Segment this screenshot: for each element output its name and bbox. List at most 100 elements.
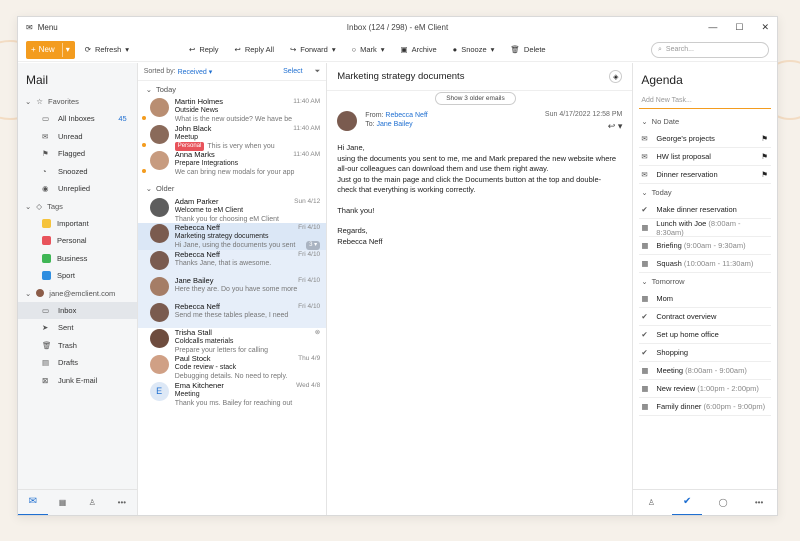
message-row[interactable]: E Ema Kitchener Wed 4/8 Meeting Thank you ms… (138, 381, 327, 408)
maximize-icon[interactable]: ☐ (735, 22, 743, 33)
tag-item-sport[interactable]: Sport (18, 267, 137, 285)
menu-button[interactable]: ✉ Menu (26, 23, 58, 32)
message-row[interactable]: Anna Marks 11:40 AM Prepare Integrations We… (138, 150, 327, 177)
agenda-item[interactable]: ▦ Meeting (8:00am - 9:00am) (639, 362, 771, 380)
agenda-item[interactable]: ▦ Family dinner (6:00pm - 9:00pm) (639, 398, 771, 416)
favorites-section[interactable]: ⌄ ☆ Favorites (18, 93, 137, 110)
chevron-down-icon: ⌄ (25, 288, 32, 298)
filter-icon[interactable]: ⏷ (315, 68, 321, 76)
mail-module-button[interactable]: ✉ (18, 490, 48, 515)
chevron-down-icon[interactable]: ▾ (61, 42, 70, 57)
sidebar-item-unreplied[interactable]: ◉ Unreplied (18, 180, 137, 198)
forward-button[interactable]: ↪ Forward ▾ (290, 45, 336, 54)
more-button[interactable]: ••• (107, 490, 137, 516)
sender-link[interactable]: Rebecca Neff (385, 112, 427, 119)
sidebar-item-unread[interactable]: ✉ Unread (18, 128, 137, 146)
search-input[interactable]: ⌕ Search... (651, 41, 769, 58)
sender-name: Rebecca Neff (174, 223, 220, 232)
star-icon: ☆ (36, 97, 44, 106)
tag-item-business[interactable]: Business (18, 250, 137, 268)
mail-icon: ✉ (28, 496, 38, 507)
agenda-item[interactable]: ✔ Shopping (639, 344, 771, 362)
contacts-module-button[interactable]: ♙ (77, 490, 107, 516)
calendar-icon: ▦ (641, 241, 649, 250)
agenda-item[interactable]: ▦ New review (1:00pm - 2:00pm) (639, 380, 771, 398)
group-older[interactable]: ⌄ Older (138, 181, 327, 197)
select-button[interactable]: Select (283, 68, 302, 75)
minimize-icon[interactable]: — (708, 22, 717, 33)
new-button[interactable]: + New ▾ (26, 40, 75, 59)
sidebar-item-flagged[interactable]: ⚑ Flagged (18, 145, 137, 163)
tasks-tab[interactable]: ✔ (672, 490, 703, 515)
tag-item-important[interactable]: Important (18, 215, 137, 233)
new-task-input[interactable]: Add New Task... (639, 93, 771, 109)
chevron-down-icon: ⌄ (145, 184, 152, 193)
sidebar-item-all-inboxes[interactable]: ▭ All Inboxes 45 (18, 110, 137, 128)
unread-dot (141, 116, 146, 120)
chevron-down-icon: ▾ (125, 45, 130, 54)
unread-dot (141, 169, 146, 173)
folder-sent[interactable]: ➤ Sent (18, 319, 137, 337)
eye-icon: ◉ (42, 184, 49, 194)
body-line: Rebecca Neff (337, 236, 383, 246)
folder-junk-e-mail[interactable]: ⊠ Junk E-mail (18, 372, 137, 390)
agenda-item[interactable]: ✔ Contract overview (639, 308, 771, 326)
account-section[interactable]: ⌄ jane@emclient.com (18, 285, 137, 302)
contacts-tab[interactable]: ♙ (636, 490, 666, 516)
avatar (337, 111, 358, 131)
refresh-button[interactable]: ⟳ Refresh ▾ (85, 45, 129, 54)
refresh-label: Refresh (95, 45, 122, 54)
avatar (149, 98, 169, 117)
agenda-item[interactable]: ✉ Dinner reservation ⚑ (639, 166, 771, 184)
reply-button[interactable]: ↩ Reply (189, 45, 218, 54)
sidebar-item-label: Flagged (58, 149, 86, 159)
agenda-item[interactable]: ▦ Briefing (9:00am - 9:30am) (639, 237, 771, 255)
agenda-item[interactable]: ▦ Mom (639, 290, 771, 308)
flag-icon[interactable]: ⚑ (761, 134, 768, 143)
agenda-group[interactable]: ⌄ No Date (633, 113, 777, 130)
agenda-group[interactable]: ⌄ Tomorrow (633, 273, 777, 290)
thread-message[interactable]: Rebecca Neff Fri 4/10 Thanks Jane, that is… (137, 249, 327, 276)
folder-inbox[interactable]: ▭ Inbox (18, 301, 137, 319)
message-row[interactable]: Paul Stock Thu 4/9 Code review - stack Debu… (138, 354, 327, 381)
message-row[interactable]: Trisha Stall ⊗ Coldcalls materials Prepare … (138, 328, 327, 355)
agenda-item[interactable]: ✔ Set up home office (639, 326, 771, 344)
thread-message[interactable]: Rebecca Neff Fri 4/10 Send me these tables… (137, 301, 327, 328)
tags-section[interactable]: ⌄ ◇ Tags (18, 198, 137, 215)
agenda-item[interactable]: ✉ HW list proposal ⚑ (639, 148, 771, 166)
recipient-link[interactable]: Jane Bailey (376, 121, 412, 128)
avatar (149, 224, 169, 243)
reply-all-button[interactable]: ↩ Reply All (235, 45, 274, 54)
flag-icon[interactable]: ⚑ (761, 170, 768, 179)
delete-button[interactable]: 🗑 Delete (510, 45, 545, 54)
message-row[interactable]: John Black 11:40 AM Meetup Personal This is … (138, 124, 327, 151)
agenda-item[interactable]: ▦ Squash (10:00am - 11:30am) (639, 255, 771, 273)
show-older-button[interactable]: Show 3 older emails (435, 92, 516, 105)
mark-button[interactable]: ○ Mark ▾ (352, 45, 385, 54)
reply-menu[interactable]: ↩ ▾ (545, 121, 623, 132)
sort-dropdown[interactable]: Received ▾ (178, 68, 213, 76)
folder-trash[interactable]: 🗑 Trash (18, 337, 137, 355)
agenda-item[interactable]: ✉ George's projects ⚑ (639, 130, 771, 148)
message-row[interactable]: Adam Parker Sun 4/12 Welcome to eM Client T… (138, 197, 327, 224)
calendar-module-button[interactable]: ▦ (48, 490, 78, 516)
chat-tab[interactable]: ◯ (708, 490, 738, 516)
message-row[interactable]: Martin Holmes 11:40 AM Outside News What is… (138, 97, 327, 124)
tag-item-personal[interactable]: Personal (18, 232, 137, 250)
flag-icon[interactable]: ⚑ (761, 152, 768, 161)
message-row[interactable]: Rebecca Neff Fri 4/10 Marketing strategy d… (137, 223, 327, 250)
agenda-item-label: Mom (656, 294, 674, 303)
folder-drafts[interactable]: ▤ Drafts (18, 354, 137, 372)
sidebar-item-snoozed[interactable]: ◔ Snoozed (18, 163, 137, 181)
group-today[interactable]: ⌄ Today (138, 81, 327, 97)
tag-icon[interactable]: ◈ (609, 70, 623, 83)
agenda-group[interactable]: ⌄ Today (633, 184, 777, 201)
more-button[interactable]: ••• (744, 490, 774, 516)
snooze-button[interactable]: ● Snooze ▾ (453, 45, 495, 54)
agenda-item[interactable]: ▦ Lunch with Joe (8:00am - 8:30am) (639, 219, 771, 237)
thread-message[interactable]: Jane Bailey Fri 4/10 Here they are. Do you… (137, 275, 327, 302)
snooze-icon[interactable]: ⊗ (315, 328, 320, 337)
archive-button[interactable]: ▣ Archive (401, 45, 437, 54)
agenda-item[interactable]: ✔ Make dinner reservation (639, 201, 771, 219)
close-icon[interactable]: ✕ (761, 22, 769, 33)
